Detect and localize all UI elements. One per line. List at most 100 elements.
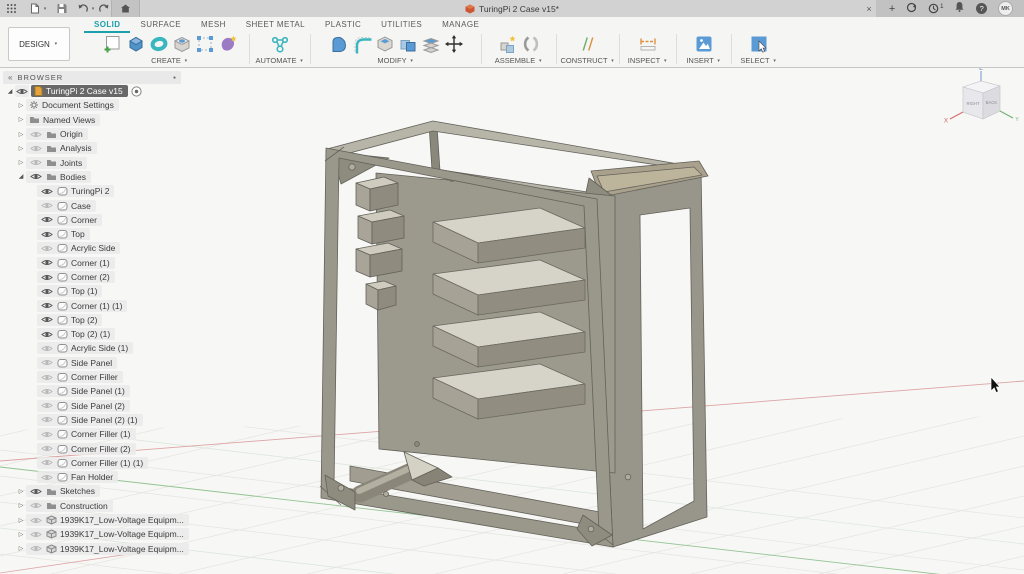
notifications-bell-icon[interactable] bbox=[954, 0, 965, 18]
visibility-eye-icon[interactable] bbox=[40, 287, 54, 296]
visibility-eye-icon[interactable] bbox=[15, 87, 29, 96]
tab-plastic[interactable]: PLASTIC bbox=[315, 18, 371, 31]
tab-surface[interactable]: SURFACE bbox=[130, 18, 191, 31]
pattern-icon[interactable] bbox=[194, 33, 216, 55]
browser-row[interactable]: Corner bbox=[3, 213, 181, 227]
expander-collapsed-icon[interactable]: ▷ bbox=[16, 131, 26, 138]
create-menu[interactable]: CREATE▾ bbox=[151, 56, 189, 65]
browser-row[interactable]: ▷Document Settings bbox=[3, 98, 181, 112]
browser-row[interactable]: ▷Sketches bbox=[3, 484, 181, 498]
save-icon[interactable] bbox=[54, 1, 69, 16]
fillet-icon[interactable] bbox=[351, 33, 373, 55]
construct-menu[interactable]: CONSTRUCT▾ bbox=[560, 56, 615, 65]
expander-collapsed-icon[interactable]: ▷ bbox=[16, 545, 26, 552]
inspect-menu[interactable]: INSPECT▾ bbox=[628, 56, 669, 65]
expander-collapsed-icon[interactable]: ▷ bbox=[16, 102, 26, 109]
browser-row[interactable]: Acrylic Side bbox=[3, 241, 181, 255]
file-menu-icon[interactable] bbox=[27, 1, 42, 16]
browser-row[interactable]: ▷Joints bbox=[3, 155, 181, 169]
assemble-menu[interactable]: ASSEMBLE▾ bbox=[495, 56, 543, 65]
tab-solid[interactable]: SOLID bbox=[84, 18, 130, 33]
tab-sheet-metal[interactable]: SHEET METAL bbox=[236, 18, 315, 31]
combine-icon[interactable] bbox=[397, 33, 419, 55]
shell-icon[interactable] bbox=[374, 33, 396, 55]
modify-menu[interactable]: MODIFY▾ bbox=[377, 56, 414, 65]
split-body-icon[interactable] bbox=[420, 33, 442, 55]
tab-mesh[interactable]: MESH bbox=[191, 18, 236, 31]
visibility-eye-icon[interactable] bbox=[40, 344, 54, 353]
browser-row[interactable]: ▷Origin bbox=[3, 127, 181, 141]
browser-row[interactable]: Corner Filler bbox=[3, 370, 181, 384]
tab-manage[interactable]: MANAGE bbox=[432, 18, 489, 31]
expander-collapsed-icon[interactable]: ▷ bbox=[16, 159, 26, 166]
file-menu-caret-icon[interactable]: ▾ bbox=[42, 6, 48, 12]
browser-row[interactable]: Fan Holder bbox=[3, 470, 181, 484]
measure-icon[interactable] bbox=[637, 33, 659, 55]
undo-icon[interactable] bbox=[75, 1, 90, 16]
expander-collapsed-icon[interactable]: ▷ bbox=[16, 116, 26, 123]
visibility-eye-icon[interactable] bbox=[29, 158, 43, 167]
browser-row[interactable]: ◢ TuringPi 2 Case v15 bbox=[3, 84, 181, 98]
automate-menu[interactable]: AUTOMATE▾ bbox=[256, 56, 305, 65]
visibility-eye-icon[interactable] bbox=[40, 473, 54, 482]
visibility-eye-icon[interactable] bbox=[40, 358, 54, 367]
visibility-eye-icon[interactable] bbox=[40, 387, 54, 396]
close-tab-icon[interactable]: × bbox=[861, 0, 877, 17]
construction-plane-icon[interactable] bbox=[577, 33, 599, 55]
browser-row[interactable]: ▷Construction bbox=[3, 499, 181, 513]
visibility-eye-icon[interactable] bbox=[29, 530, 43, 539]
visibility-eye-icon[interactable] bbox=[40, 201, 54, 210]
turingpi-case-model[interactable] bbox=[320, 121, 708, 547]
tab-utilities[interactable]: UTILITIES bbox=[371, 18, 432, 31]
view-cube[interactable]: RIGHT BACK Z X Y bbox=[944, 67, 1019, 125]
browser-row[interactable]: Corner (1) bbox=[3, 256, 181, 270]
activate-component-radio[interactable] bbox=[131, 86, 142, 97]
browser-row[interactable]: ▷1939K17_Low-Voltage Equipm... bbox=[3, 527, 181, 541]
expander-collapsed-icon[interactable]: ▷ bbox=[16, 502, 26, 509]
hole-icon[interactable] bbox=[171, 33, 193, 55]
expander-collapsed-icon[interactable]: ▷ bbox=[16, 517, 26, 524]
browser-row[interactable]: Corner (2) bbox=[3, 270, 181, 284]
visibility-eye-icon[interactable] bbox=[29, 516, 43, 525]
visibility-eye-icon[interactable] bbox=[40, 415, 54, 424]
browser-row[interactable]: Corner Filler (1) (1) bbox=[3, 456, 181, 470]
visibility-eye-icon[interactable] bbox=[40, 430, 54, 439]
browser-row[interactable]: Side Panel bbox=[3, 356, 181, 370]
expander-expanded-icon[interactable]: ◢ bbox=[16, 173, 26, 180]
browser-row[interactable]: Corner Filler (2) bbox=[3, 441, 181, 455]
joint-icon[interactable] bbox=[520, 33, 542, 55]
browser-row[interactable]: Top (1) bbox=[3, 284, 181, 298]
browser-options-icon[interactable]: ● bbox=[173, 75, 176, 81]
redo-icon[interactable] bbox=[96, 1, 111, 16]
visibility-eye-icon[interactable] bbox=[40, 187, 54, 196]
visibility-eye-icon[interactable] bbox=[40, 215, 54, 224]
browser-row[interactable]: Side Panel (2) (1) bbox=[3, 413, 181, 427]
browser-row[interactable]: TuringPi 2 bbox=[3, 184, 181, 198]
new-tab-icon[interactable]: + bbox=[889, 3, 895, 15]
visibility-eye-icon[interactable] bbox=[40, 230, 54, 239]
job-status-icon[interactable]: 1 bbox=[928, 3, 943, 14]
visibility-eye-icon[interactable] bbox=[40, 373, 54, 382]
visibility-eye-icon[interactable] bbox=[40, 315, 54, 324]
browser-row[interactable]: Side Panel (1) bbox=[3, 384, 181, 398]
new-sketch-icon[interactable] bbox=[102, 33, 124, 55]
expander-expanded-icon[interactable]: ◢ bbox=[5, 88, 15, 95]
select-menu[interactable]: SELECT▾ bbox=[740, 56, 777, 65]
visibility-eye-icon[interactable] bbox=[29, 487, 43, 496]
insert-canvas-icon[interactable] bbox=[693, 33, 715, 55]
visibility-eye-icon[interactable] bbox=[29, 144, 43, 153]
app-grid-menu-icon[interactable] bbox=[4, 1, 19, 16]
visibility-eye-icon[interactable] bbox=[29, 130, 43, 139]
browser-row[interactable]: Top (2) bbox=[3, 313, 181, 327]
browser-row[interactable]: Side Panel (2) bbox=[3, 399, 181, 413]
visibility-eye-icon[interactable] bbox=[40, 258, 54, 267]
press-pull-icon[interactable] bbox=[328, 33, 350, 55]
visibility-eye-icon[interactable] bbox=[40, 458, 54, 467]
selected-item-pill[interactable]: TuringPi 2 Case v15 bbox=[31, 85, 128, 97]
visibility-eye-icon[interactable] bbox=[29, 172, 43, 181]
visibility-eye-icon[interactable] bbox=[40, 273, 54, 282]
home-tab[interactable] bbox=[111, 0, 140, 17]
browser-row[interactable]: ◢Bodies bbox=[3, 170, 181, 184]
expander-collapsed-icon[interactable]: ▷ bbox=[16, 145, 26, 152]
visibility-eye-icon[interactable] bbox=[40, 401, 54, 410]
